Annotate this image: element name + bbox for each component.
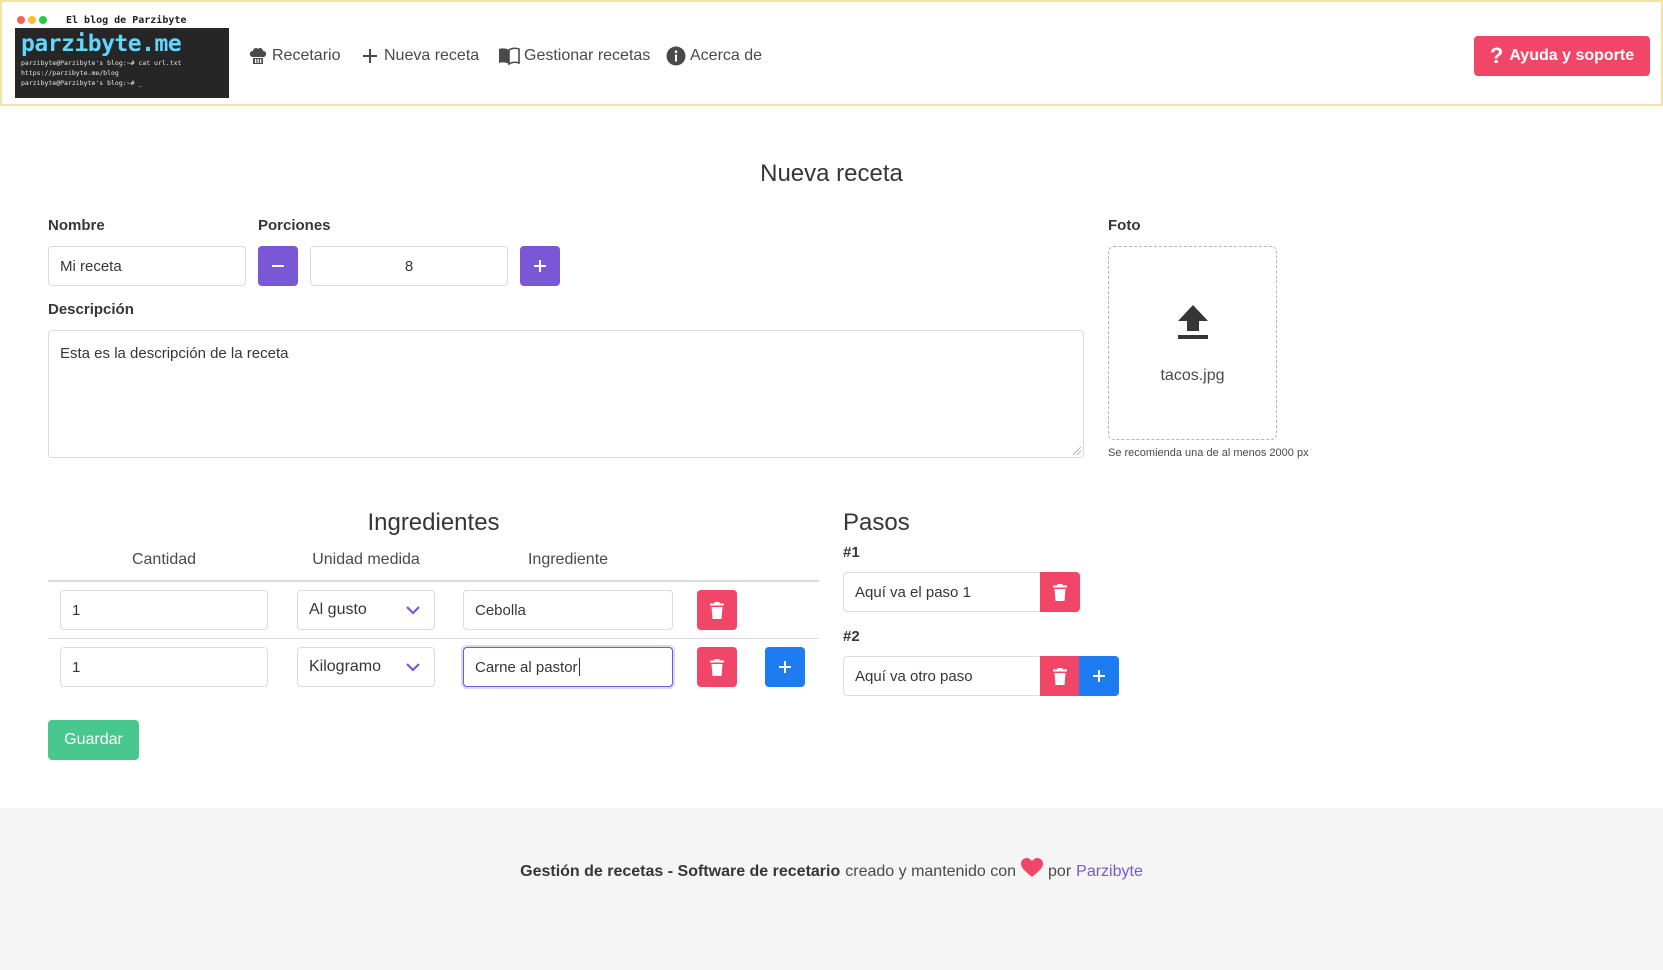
ingredient-name-input[interactable]: Carne al pastor <box>463 647 673 687</box>
delete-step-button[interactable] <box>1040 572 1080 612</box>
chevron-down-icon <box>406 663 420 672</box>
table-header-divider <box>48 580 819 582</box>
logo-terminal-line: parzibyte@Parzibyte's blog:~# _ <box>21 79 143 87</box>
window-minimize-dot <box>28 16 36 24</box>
portions-label: Porciones <box>258 217 331 234</box>
nav-item-recetario[interactable]: Recetario <box>248 44 340 68</box>
add-ingredient-button[interactable] <box>765 647 805 687</box>
delete-step-button[interactable] <box>1040 656 1080 696</box>
plus-icon <box>534 260 546 272</box>
plus-icon <box>363 49 377 63</box>
photo-file-name: tacos.jpg <box>1160 367 1225 384</box>
info-circle-icon <box>666 46 686 66</box>
delete-ingredient-button[interactable] <box>697 590 737 630</box>
steps-title: Pasos <box>843 509 910 536</box>
column-header-ingredient: Ingrediente <box>527 551 609 568</box>
nav-item-label: Recetario <box>272 47 341 64</box>
ingredient-unit-select[interactable]: Al gusto <box>297 590 435 630</box>
footer-text: Gestión de recetas - Software de recetar… <box>0 858 1663 882</box>
photo-hint: Se recomienda una de al menos 2000 px <box>1108 447 1309 459</box>
question-icon: ? <box>1489 43 1504 68</box>
logo-terminal-line: parzibyte@Parzibyte's blog:~# cat url.tx… <box>21 59 182 67</box>
ingredients-title: Ingredientes <box>367 509 500 536</box>
column-header-quantity: Cantidad <box>131 551 197 568</box>
name-input[interactable]: Mi receta <box>48 246 246 286</box>
ingredient-quantity-input[interactable]: 1 <box>60 590 268 630</box>
text-caret <box>578 658 580 676</box>
book-open-icon <box>499 47 520 66</box>
help-support-label: Ayuda y soporte <box>1509 47 1635 64</box>
trash-icon <box>710 601 724 619</box>
nav-item-label: Gestionar recetas <box>524 47 651 64</box>
column-header-unit: Unidad medida <box>312 551 420 568</box>
trash-icon <box>710 658 724 676</box>
help-support-button[interactable]: ? Ayuda y soporte <box>1474 36 1650 76</box>
step-input[interactable]: Aquí va el paso 1 <box>843 572 1041 612</box>
delete-ingredient-button[interactable] <box>697 647 737 687</box>
description-textarea[interactable]: Esta es la descripción de la receta <box>48 330 1084 458</box>
chef-hat-icon <box>249 47 267 64</box>
decrease-portions-button[interactable] <box>258 246 298 286</box>
save-button[interactable]: Guardar <box>48 720 139 760</box>
step-number: #2 <box>843 628 860 645</box>
nav-item-gestionar-recetas[interactable]: Gestionar recetas <box>498 44 650 68</box>
ingredient-unit-select[interactable]: Kilogramo <box>297 647 435 687</box>
footer-made-with: creado y mantenido con <box>845 863 1017 880</box>
increase-portions-button[interactable] <box>520 246 560 286</box>
table-row-divider <box>48 638 819 639</box>
footer-app-name: Gestión de recetas - Software de recetar… <box>520 863 841 880</box>
trash-icon <box>1053 667 1067 685</box>
logo-window-title: El blog de Parzibyte <box>66 14 187 26</box>
add-step-button[interactable] <box>1079 656 1119 696</box>
window-maximize-dot <box>39 16 47 24</box>
nav-item-label: Acerca de <box>690 47 763 64</box>
window-close-dot <box>17 16 25 24</box>
logo-brand: parzibyte.me <box>21 31 182 57</box>
heart-icon <box>1021 858 1044 877</box>
chevron-down-icon <box>406 606 420 615</box>
minus-icon <box>272 265 284 267</box>
upload-icon <box>1178 305 1208 339</box>
navbar: El blog de Parzibyte parzibyte.me parzib… <box>0 0 1663 106</box>
ingredient-name-input[interactable]: Cebolla <box>463 590 673 630</box>
trash-icon <box>1053 583 1067 601</box>
photo-upload-dropzone[interactable]: tacos.jpg <box>1108 246 1277 440</box>
page-title: Nueva receta <box>760 160 903 187</box>
plus-icon <box>779 661 791 673</box>
name-label: Nombre <box>48 217 105 234</box>
portions-input[interactable]: 8 <box>310 246 508 286</box>
step-input[interactable]: Aquí va otro paso <box>843 656 1041 696</box>
step-number: #1 <box>843 544 860 561</box>
photo-label: Foto <box>1108 217 1141 234</box>
footer: Gestión de recetas - Software de recetar… <box>0 808 1663 970</box>
nav-item-nueva-receta[interactable]: Nueva receta <box>360 44 479 68</box>
footer-by: por <box>1048 863 1072 880</box>
ingredient-quantity-input[interactable]: 1 <box>60 647 268 687</box>
footer-author-link[interactable]: Parzibyte <box>1076 863 1143 881</box>
plus-icon <box>1093 670 1105 682</box>
resize-handle[interactable] <box>1073 447 1081 455</box>
description-label: Descripción <box>48 301 134 318</box>
logo-terminal-line: https://parzibyte.me/blog <box>21 69 119 77</box>
nav-item-label: Nueva receta <box>384 47 480 64</box>
site-logo[interactable]: El blog de Parzibyte parzibyte.me parzib… <box>15 12 229 98</box>
nav-item-acerca-de[interactable]: Acerca de <box>666 44 762 68</box>
